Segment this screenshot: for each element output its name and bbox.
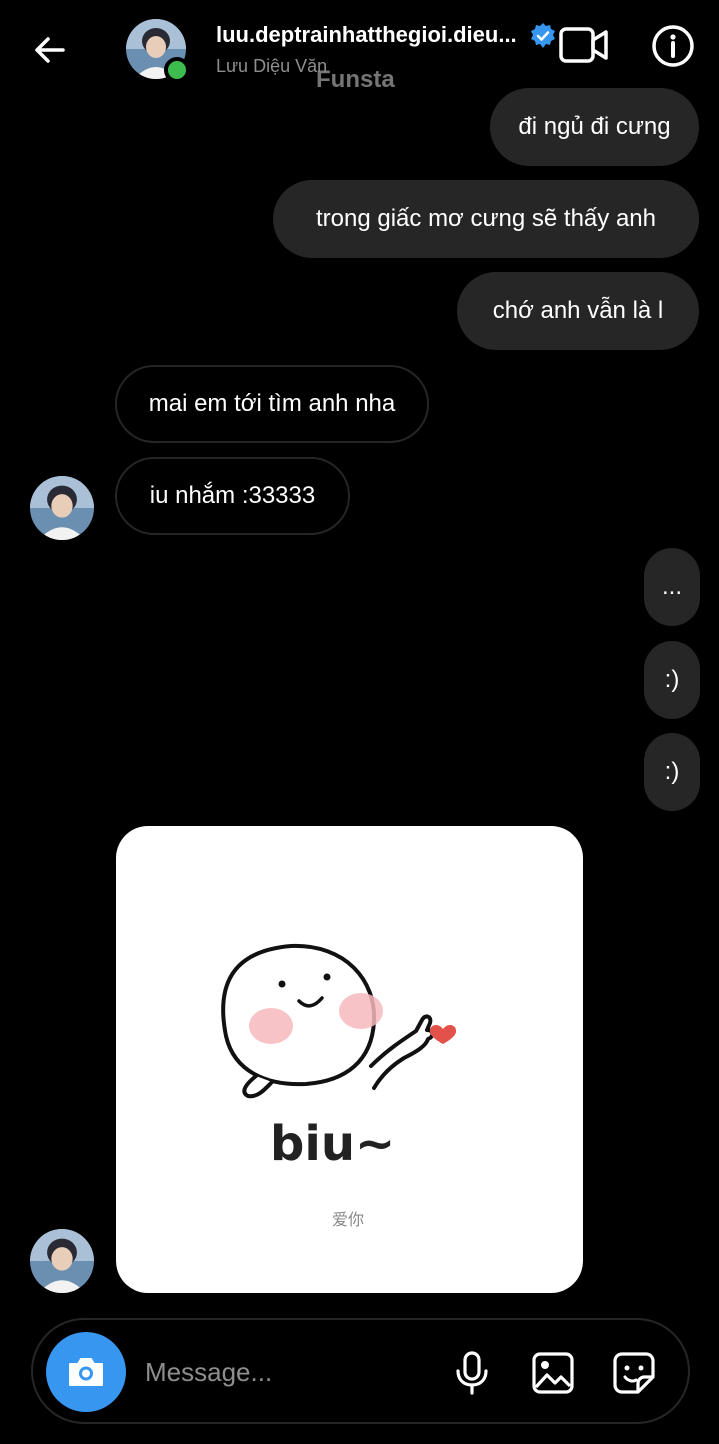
message-bubble-sent[interactable]: :) [644, 641, 700, 719]
camera-icon [69, 1358, 103, 1386]
sticker-button[interactable] [611, 1350, 657, 1396]
chat-fullname: Lưu Diệu Văn [216, 56, 328, 76]
info-icon [652, 25, 694, 67]
sender-avatar[interactable] [30, 1229, 94, 1293]
message-text: :) [664, 758, 680, 785]
message-bubble-sent[interactable]: :) [644, 733, 700, 811]
gallery-button[interactable] [530, 1350, 576, 1396]
video-call-icon [559, 27, 608, 63]
message-bubble-received[interactable]: mai em tới tìm anh nha [115, 365, 429, 443]
message-bubble-sent[interactable]: đi ngủ đi cưng [490, 88, 699, 166]
message-text: ... [661, 573, 682, 600]
avatar [30, 1229, 94, 1293]
online-indicator [164, 57, 190, 83]
message-input[interactable] [145, 1350, 435, 1394]
back-button[interactable] [28, 28, 72, 72]
back-arrow-icon [35, 37, 65, 63]
chat-header: luu.deptrainhatthegioi.dieu... Lưu Diệu … [0, 0, 719, 100]
message-bubble-sent[interactable]: chớ anh vẫn là l [457, 272, 699, 350]
message-composer [31, 1318, 690, 1424]
sticker-icon [613, 1352, 655, 1394]
sender-avatar[interactable] [30, 476, 94, 540]
voice-message-button[interactable] [449, 1350, 495, 1396]
gallery-icon [532, 1352, 574, 1394]
camera-button[interactable] [46, 1332, 126, 1412]
sticker-message[interactable]: biu~ 爱你 [116, 826, 583, 1293]
message-text: đi ngủ đi cưng [518, 113, 671, 140]
video-call-button[interactable] [558, 24, 610, 66]
message-text: :) [664, 666, 680, 693]
message-text: mai em tới tìm anh nha [148, 390, 396, 417]
verified-badge-icon [531, 23, 555, 48]
avatar [30, 476, 94, 540]
message-bubble-received[interactable]: iu nhắm :33333 [115, 457, 350, 535]
watermark-text: Funsta [316, 66, 395, 93]
header-avatar[interactable] [126, 19, 190, 83]
sticker-subcaption: 爱你 [332, 1210, 365, 1229]
chat-username[interactable]: luu.deptrainhatthegioi.dieu... [216, 22, 517, 48]
message-bubble-sent[interactable]: ... [644, 548, 700, 626]
microphone-icon [456, 1351, 488, 1395]
message-text: iu nhắm :33333 [149, 482, 316, 509]
message-bubble-sent[interactable]: trong giấc mơ cưng sẽ thấy anh [273, 180, 699, 258]
message-text: trong giấc mơ cưng sẽ thấy anh [316, 205, 656, 232]
message-text: chớ anh vẫn là l [492, 297, 664, 324]
sticker-character-image [221, 943, 457, 1099]
sticker-caption: biu~ [270, 1116, 396, 1172]
info-button[interactable] [651, 24, 695, 68]
